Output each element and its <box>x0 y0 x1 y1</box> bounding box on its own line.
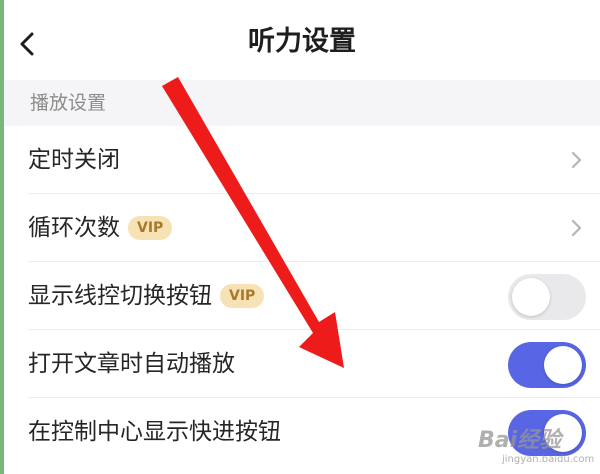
setting-label: 在控制中心显示快进按钮 <box>28 419 281 445</box>
autoplay-toggle[interactable] <box>508 342 586 388</box>
section-title: 播放设置 <box>30 92 107 114</box>
setting-row-fast-forward-control-center: 在控制中心显示快进按钮 <box>4 398 600 466</box>
setting-row-show-remote-switch: 显示线控切换按钮 VIP <box>4 262 600 330</box>
setting-row-loop-count[interactable]: 循环次数 VIP <box>4 194 600 262</box>
setting-label: 打开文章时自动播放 <box>28 351 235 377</box>
setting-row-timer-off[interactable]: 定时关闭 <box>4 126 600 194</box>
setting-row-autoplay: 打开文章时自动播放 <box>4 330 600 398</box>
toggle-knob <box>512 278 550 316</box>
setting-label: 定时关闭 <box>28 147 120 173</box>
toggle-knob <box>544 346 582 384</box>
nav-header: 听力设置 <box>4 0 600 80</box>
vip-badge: VIP <box>220 284 265 308</box>
setting-label: 显示线控切换按钮 VIP <box>28 278 265 314</box>
vip-badge: VIP <box>128 216 173 240</box>
chevron-right-icon <box>571 151 582 169</box>
chevron-right-icon <box>571 219 582 237</box>
remote-switch-toggle[interactable] <box>508 274 586 320</box>
fast-forward-toggle[interactable] <box>508 410 586 456</box>
section-header: 播放设置 <box>4 80 600 126</box>
page-title: 听力设置 <box>248 26 356 57</box>
toggle-knob <box>544 414 582 452</box>
setting-label: 循环次数 VIP <box>28 210 173 246</box>
